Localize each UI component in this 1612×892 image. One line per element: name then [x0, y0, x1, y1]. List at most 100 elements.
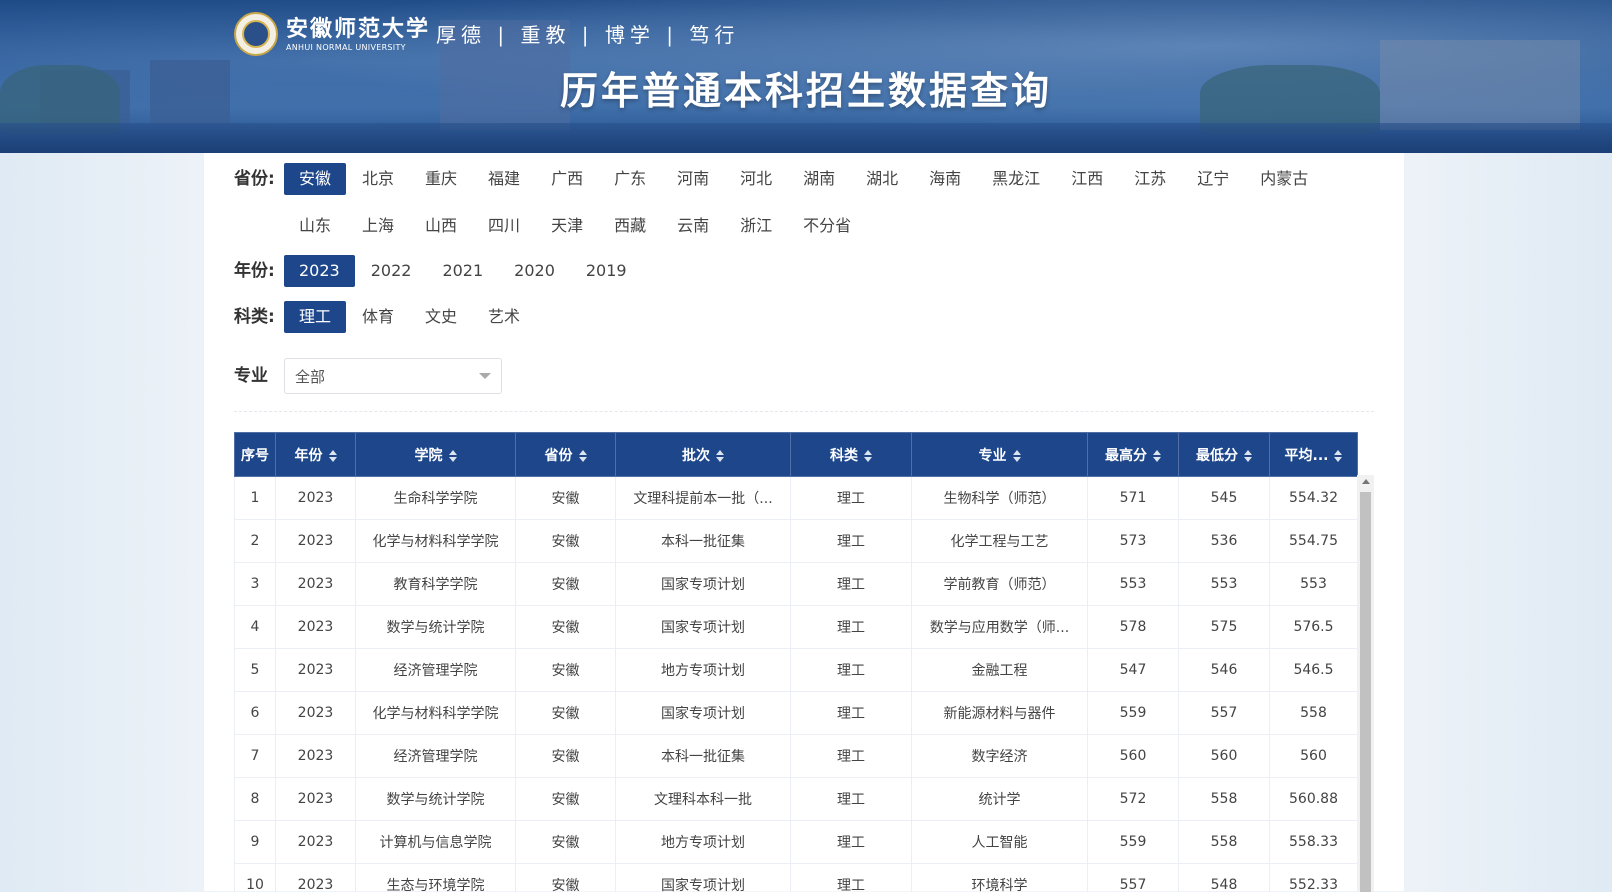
province-option[interactable]: 广西	[536, 163, 598, 195]
column-header[interactable]: 最高分	[1088, 433, 1179, 477]
table-cell: 理工	[791, 520, 912, 563]
table-cell: 理工	[791, 821, 912, 864]
column-header[interactable]: 最低分	[1179, 433, 1270, 477]
province-option[interactable]: 内蒙古	[1245, 163, 1323, 195]
table-row: 12023生命科学学院安徽文理科提前本一批（...理工生物科学（师范）57154…	[235, 477, 1358, 520]
province-option[interactable]: 西藏	[599, 210, 661, 242]
province-option[interactable]: 江西	[1056, 163, 1118, 195]
filter-major: 专业 全部	[234, 358, 502, 394]
province-option[interactable]: 安徽	[284, 163, 346, 195]
province-option[interactable]: 四川	[473, 210, 535, 242]
province-option[interactable]: 湖南	[788, 163, 850, 195]
column-header[interactable]: 专业	[912, 433, 1088, 477]
table-cell: 554.32	[1270, 477, 1358, 520]
table-cell: 575	[1179, 606, 1270, 649]
table-cell: 安徽	[516, 649, 616, 692]
province-option[interactable]: 云南	[662, 210, 724, 242]
category-option[interactable]: 艺术	[473, 301, 535, 333]
province-option[interactable]: 不分省	[788, 210, 866, 242]
province-option[interactable]: 重庆	[410, 163, 472, 195]
table-header-row: 序号年份学院 省份 批次科类专业最高分最低分平均...	[235, 433, 1358, 477]
table-cell: 2023	[276, 864, 356, 892]
table-row: 32023教育科学学院安徽国家专项计划理工学前教育（师范）553553553	[235, 563, 1358, 606]
province-option[interactable]: 广东	[599, 163, 661, 195]
sort-icon[interactable]	[1153, 450, 1161, 462]
sort-icon[interactable]	[1244, 450, 1252, 462]
sort-icon[interactable]	[864, 450, 872, 462]
province-option[interactable]: 天津	[536, 210, 598, 242]
table-cell: 578	[1088, 606, 1179, 649]
category-option[interactable]: 文史	[410, 301, 472, 333]
column-header[interactable]: 学院	[356, 433, 516, 477]
major-select[interactable]: 全部	[284, 358, 502, 394]
province-option[interactable]: 福建	[473, 163, 535, 195]
sort-icon[interactable]	[579, 450, 587, 462]
table-cell: 安徽	[516, 778, 616, 821]
year-option[interactable]: 2019	[571, 255, 642, 287]
table-cell: 557	[1088, 864, 1179, 892]
column-header-label: 平均...	[1285, 448, 1329, 464]
table-cell: 548	[1179, 864, 1270, 892]
province-option[interactable]: 山东	[284, 210, 346, 242]
sort-icon[interactable]	[716, 450, 724, 462]
table-cell: 理工	[791, 649, 912, 692]
column-header[interactable]: 批次	[616, 433, 791, 477]
category-option[interactable]: 理工	[284, 301, 346, 333]
year-option[interactable]: 2023	[284, 255, 355, 287]
column-header[interactable]: 科类	[791, 433, 912, 477]
table-cell: 国家专项计划	[616, 692, 791, 735]
column-header[interactable]: 省份	[516, 433, 616, 477]
sort-icon[interactable]	[449, 450, 457, 462]
table-cell: 560.88	[1270, 778, 1358, 821]
table-cell: 化学与材料科学学院	[356, 520, 516, 563]
province-option[interactable]: 辽宁	[1182, 163, 1244, 195]
table-cell: 经济管理学院	[356, 649, 516, 692]
column-header[interactable]: 序号	[235, 433, 276, 477]
table-row: 52023经济管理学院安徽地方专项计划理工金融工程547546546.5	[235, 649, 1358, 692]
table-cell: 学前教育（师范）	[912, 563, 1088, 606]
year-option[interactable]: 2020	[499, 255, 570, 287]
province-option[interactable]: 海南	[914, 163, 976, 195]
table-cell: 理工	[791, 563, 912, 606]
logo-chinese-name: 安徽师范大学	[286, 17, 430, 41]
column-header-label: 省份	[545, 448, 573, 464]
province-option[interactable]: 河南	[662, 163, 724, 195]
year-options: 20232022202120202019	[284, 255, 1384, 302]
province-option[interactable]: 浙江	[725, 210, 787, 242]
table-cell: 理工	[791, 606, 912, 649]
table-cell: 545	[1179, 477, 1270, 520]
table-cell: 生命科学学院	[356, 477, 516, 520]
table-cell: 2023	[276, 649, 356, 692]
province-option[interactable]: 上海	[347, 210, 409, 242]
province-option[interactable]: 黑龙江	[977, 163, 1055, 195]
table-cell: 2023	[276, 520, 356, 563]
table-cell: 新能源材料与器件	[912, 692, 1088, 735]
table-cell: 6	[235, 692, 276, 735]
table-cell: 558	[1179, 821, 1270, 864]
table-cell: 生物科学（师范）	[912, 477, 1088, 520]
sort-icon[interactable]	[329, 450, 337, 462]
province-option[interactable]: 山西	[410, 210, 472, 242]
category-option[interactable]: 体育	[347, 301, 409, 333]
year-option[interactable]: 2022	[356, 255, 427, 287]
table-cell: 7	[235, 735, 276, 778]
table-cell: 安徽	[516, 692, 616, 735]
year-option[interactable]: 2021	[427, 255, 498, 287]
table-cell: 559	[1088, 821, 1179, 864]
scrollbar-thumb[interactable]	[1360, 492, 1371, 892]
sort-icon[interactable]	[1013, 450, 1021, 462]
university-logo[interactable]: 安徽师范大学 ANHUI NORMAL UNIVERSITY	[234, 12, 430, 56]
province-option[interactable]: 北京	[347, 163, 409, 195]
table-scrollbar[interactable]	[1357, 475, 1374, 892]
table-cell: 国家专项计划	[616, 864, 791, 892]
table-cell: 本科一批征集	[616, 520, 791, 563]
province-option[interactable]: 湖北	[851, 163, 913, 195]
column-header[interactable]: 年份	[276, 433, 356, 477]
province-option[interactable]: 河北	[725, 163, 787, 195]
column-header[interactable]: 平均...	[1270, 433, 1358, 477]
table-cell: 2023	[276, 735, 356, 778]
sort-icon[interactable]	[1334, 450, 1342, 462]
scroll-up-arrow-icon[interactable]	[1362, 479, 1370, 484]
table-cell: 数学与统计学院	[356, 778, 516, 821]
province-option[interactable]: 江苏	[1119, 163, 1181, 195]
